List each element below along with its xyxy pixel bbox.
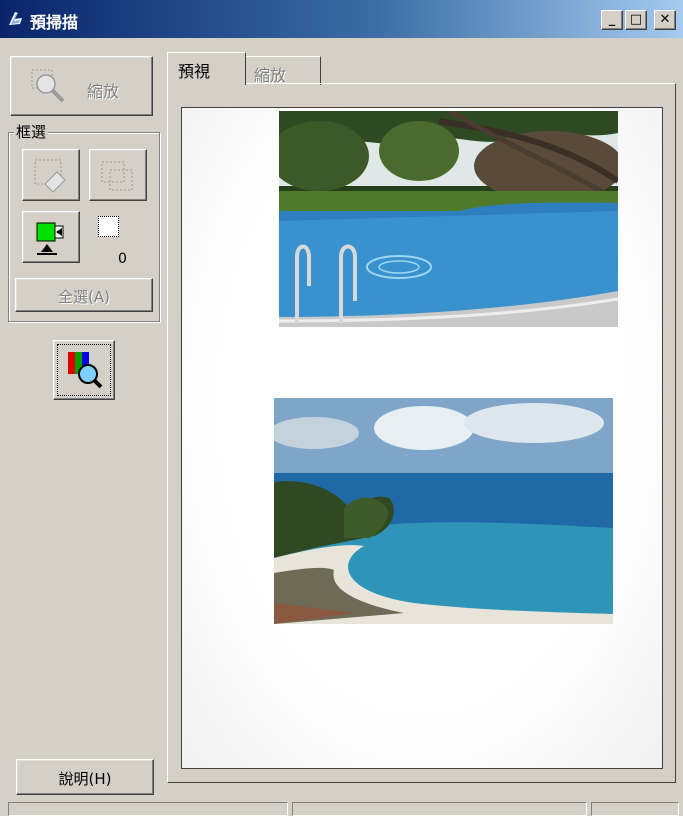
preview-scan-button[interactable] [53,340,115,400]
preview-photo-pool[interactable] [279,111,618,327]
pool-photo-image [279,111,618,327]
close-icon: ✕ [659,12,671,27]
tab-zoom[interactable]: 縮放 [244,56,321,85]
auto-locate-button[interactable] [22,149,80,201]
auto-locate-icon [34,159,66,193]
marquee-group-label: 框選 [14,121,49,142]
select-all-label: 全選(A) [58,288,110,306]
status-segment-1 [8,802,288,816]
preview-photo-coast[interactable] [274,398,613,624]
window-title: 預掃描 [30,13,79,32]
tab-preview[interactable]: 預視 [167,52,246,85]
image-adjust-icon [36,222,64,255]
status-segment-3 [591,802,679,816]
help-button[interactable]: 說明(H) [16,759,154,795]
tab-preview-label: 預視 [178,62,211,81]
coast-photo-image [274,398,613,624]
status-segment-2 [292,802,587,816]
preview-canvas[interactable] [181,107,663,769]
zoom-button-label: 縮放 [87,82,120,101]
zoom-button[interactable]: 縮放 [10,56,153,116]
minimize-icon: _ [608,12,616,27]
marquee-count: 0 [118,251,127,267]
close-button[interactable]: ✕ [654,10,676,30]
scanner-app-icon [9,12,22,25]
duplicate-marquee-icon [101,161,133,191]
select-all-button[interactable]: 全選(A) [15,278,153,312]
zoom-magnifier-icon [31,69,65,103]
maximize-icon: □ [629,12,643,27]
image-adjust-button[interactable] [22,211,80,263]
color-magnifier-icon [68,352,103,389]
marquee-indicator [98,216,119,237]
minimize-button[interactable]: _ [601,10,623,30]
maximize-button[interactable]: □ [625,10,647,30]
status-bar [0,798,683,816]
title-bar: 預掃描 _ □ ✕ [0,0,683,38]
help-button-label: 說明(H) [58,770,112,788]
duplicate-marquee-button[interactable] [89,149,147,201]
